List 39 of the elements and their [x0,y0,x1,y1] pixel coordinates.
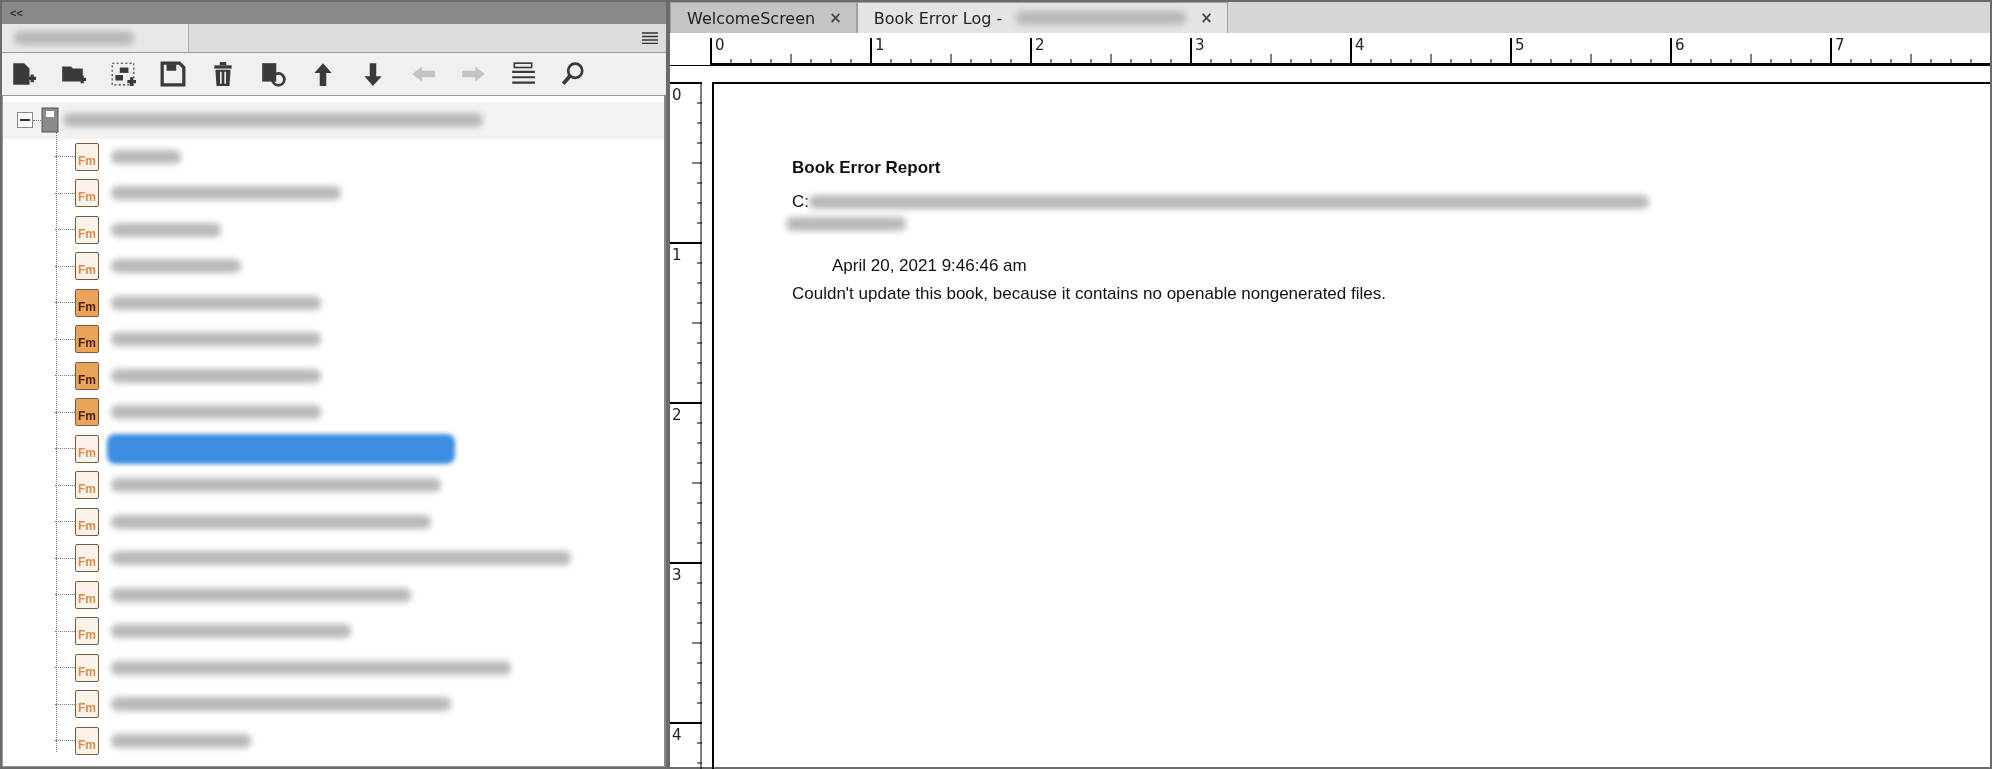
file-icon: Fm [75,179,99,208]
close-icon[interactable]: × [1200,9,1213,27]
file-icon: Fm [75,471,99,500]
collapse-button[interactable]: << [10,7,23,19]
file-icon: Fm [75,434,99,463]
file-icon: Fm [75,142,99,171]
update-icon[interactable] [260,61,286,87]
file-icon: Fm [75,325,99,354]
panel-tab[interactable] [2,24,189,52]
list-icon[interactable] [510,61,536,87]
file-icon: Fm [75,361,99,390]
new-file-icon[interactable] [10,61,36,87]
file-icon: Fm [75,726,99,755]
search-icon[interactable] [560,61,586,87]
file-icon: Fm [75,580,99,609]
report-date: April 20, 2021 9:46:46 am [832,256,1028,276]
close-icon[interactable]: × [829,9,842,27]
file-icon: Fm [75,252,99,281]
document-tab[interactable]: Book Error Log - × [856,2,1228,33]
file-icon: Fm [75,690,99,719]
vertical-ruler: 0 1 2 3 4 [670,82,702,769]
file-icon: Fm [75,544,99,573]
file-icon: Fm [75,215,99,244]
error-message: Couldn't update this book, because it contains no openable nongenerated files. [792,284,1387,304]
collapse-icon[interactable] [17,112,33,129]
book-icon [41,107,59,134]
report-title: Book Error Report [792,158,942,178]
save-icon[interactable] [160,61,186,87]
document-tab[interactable]: WelcomeScreen × [670,2,857,33]
new-group-icon[interactable] [110,61,136,87]
horizontal-ruler: 0 1 2 3 4 5 6 7 [710,33,1990,65]
file-icon: Fm [75,653,99,682]
menu-icon[interactable] [642,32,658,44]
tree-item[interactable] [107,433,455,464]
file-path: C: [792,192,809,212]
file-icon: Fm [75,398,99,427]
file-icon: Fm [75,507,99,536]
file-icon: Fm [75,617,99,646]
file-icon: Fm [75,288,99,317]
